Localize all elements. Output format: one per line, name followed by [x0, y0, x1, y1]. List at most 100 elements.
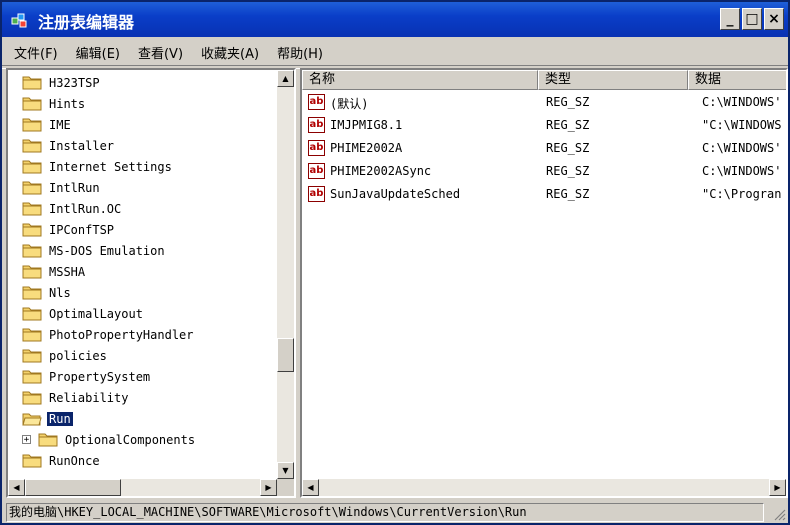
value-name: (默认) — [330, 97, 369, 111]
list-horizontal-scrollbar[interactable]: ◀ ▶ — [302, 479, 786, 496]
value-data: "C:\WINDOWS — [702, 118, 782, 132]
tree-item[interactable]: Internet Settings — [22, 156, 174, 177]
value-row[interactable]: ab IMJPMIG8.1 REG_SZ "C:\WINDOWS — [306, 115, 781, 136]
folder-icon — [22, 286, 42, 300]
value-row[interactable]: ab (默认) REG_SZ C:\WINDOWS' — [306, 92, 781, 113]
tree-item-label: H323TSP — [49, 75, 100, 90]
scroll-right-button[interactable]: ▶ — [260, 479, 277, 496]
value-type: REG_SZ — [546, 118, 590, 132]
tree-item[interactable]: MS-DOS Emulation — [22, 240, 167, 261]
value-name: PHIME2002A — [330, 141, 403, 155]
column-type-header[interactable]: 类型 — [538, 70, 688, 90]
reg-sz-icon: ab — [308, 117, 325, 133]
folder-icon — [22, 118, 42, 132]
close-button[interactable]: × — [764, 8, 784, 30]
tree-item[interactable]: Hints — [22, 93, 87, 114]
column-data-header[interactable]: 数据 — [688, 70, 786, 90]
tree-item[interactable]: OptimalLayout — [22, 303, 145, 324]
title-bar[interactable]: 注册表编辑器 _ □ × — [2, 2, 788, 37]
tree-item[interactable]: policies — [22, 345, 109, 366]
expand-toggle-icon[interactable]: + — [22, 435, 31, 445]
tree-horizontal-scrollbar[interactable]: ◀ ▶ — [8, 479, 277, 496]
value-name: PHIME2002ASync — [330, 164, 432, 178]
value-data: C:\WINDOWS' — [702, 164, 782, 178]
tree-item-label: MSSHA — [49, 264, 86, 279]
tree-item-label: IME — [49, 117, 71, 132]
value-type: REG_SZ — [546, 141, 590, 155]
menu-file[interactable]: 文件(F) — [14, 43, 58, 62]
menu-help[interactable]: 帮助(H) — [277, 43, 323, 62]
tree-item-label: Installer — [49, 138, 115, 153]
tree-item[interactable]: H323TSP — [22, 72, 102, 93]
registry-tree-pane[interactable]: H323TSP Hints IME Installer Internet Setting… — [6, 68, 296, 498]
tree-item-label: Reliability — [49, 390, 129, 405]
folder-icon — [22, 391, 42, 405]
scroll-thumb-horizontal[interactable] — [25, 479, 121, 496]
tree-item[interactable]: IntlRun — [22, 177, 102, 198]
folder-icon — [22, 97, 42, 111]
tree-item[interactable]: PropertySystem — [22, 366, 152, 387]
tree-item-label: policies — [49, 348, 107, 363]
scroll-right-button[interactable]: ▶ — [769, 479, 786, 496]
value-row[interactable]: ab SunJavaUpdateSched REG_SZ "C:\Progran — [306, 184, 781, 205]
menu-view[interactable]: 查看(V) — [138, 43, 183, 62]
value-data: "C:\Progran — [702, 187, 782, 201]
folder-icon — [22, 349, 42, 363]
value-type: REG_SZ — [546, 95, 590, 109]
value-name: IMJPMIG8.1 — [330, 118, 403, 132]
tree-vertical-scrollbar[interactable]: ▲ ▼ — [277, 70, 294, 479]
tree-item-label: Run — [47, 411, 73, 426]
tree-item[interactable]: PhotoPropertyHandler — [22, 324, 196, 345]
tree-item-label: Internet Settings — [49, 159, 172, 174]
window-title: 注册表编辑器 — [38, 13, 135, 32]
regedit-window: 注册表编辑器 _ □ × 文件(F) 编辑(E) 查看(V) 收藏夹(A) 帮助… — [0, 0, 790, 525]
tree-item[interactable]: IME — [22, 114, 73, 135]
scroll-up-button[interactable]: ▲ — [277, 70, 294, 87]
maximize-button[interactable]: □ — [742, 8, 762, 30]
folder-icon — [22, 181, 42, 195]
folder-icon — [22, 454, 42, 468]
value-row[interactable]: ab PHIME2002ASync REG_SZ C:\WINDOWS' — [306, 161, 781, 182]
scroll-left-button[interactable]: ◀ — [8, 479, 25, 496]
tree-item-label: IntlRun — [49, 180, 100, 195]
column-name-header[interactable]: 名称 — [302, 70, 538, 90]
scroll-down-button[interactable]: ▼ — [277, 462, 294, 479]
regedit-app-icon — [11, 13, 27, 28]
resize-grip-icon[interactable] — [772, 507, 786, 521]
tree-item-label: OptionalComponents — [65, 432, 196, 447]
tree-item[interactable]: IPConfTSP — [22, 219, 116, 240]
tree-item[interactable]: MSSHA — [22, 261, 87, 282]
menu-edit[interactable]: 编辑(E) — [76, 43, 120, 62]
tree-item-label: Hints — [49, 96, 86, 111]
scroll-left-button[interactable]: ◀ — [302, 479, 319, 496]
tree-item[interactable]: Nls — [22, 282, 73, 303]
reg-sz-icon: ab — [308, 140, 325, 156]
scroll-corner — [277, 479, 294, 496]
tree-item[interactable]: Run — [22, 408, 73, 429]
folder-icon — [22, 76, 42, 90]
menu-favorites[interactable]: 收藏夹(A) — [201, 43, 259, 62]
registry-values-pane[interactable]: 名称 类型 数据 ab (默认) REG_SZ C:\WINDOWS' ab IMJPMI… — [300, 68, 788, 498]
tree-item-label: IPConfTSP — [49, 222, 115, 237]
folder-icon — [22, 139, 42, 153]
tree-item[interactable]: Reliability — [22, 387, 130, 408]
tree-item[interactable]: OptionalComponents — [38, 429, 197, 450]
maximize-icon: □ — [745, 11, 759, 27]
tree-item-label: OptimalLayout — [49, 306, 143, 321]
tree-item[interactable]: RunOnce — [22, 450, 102, 471]
tree-item[interactable]: Installer — [22, 135, 116, 156]
minimize-button[interactable]: _ — [720, 8, 740, 30]
minimize-icon: _ — [726, 11, 734, 27]
value-type: REG_SZ — [546, 164, 590, 178]
tree-item-label: PropertySystem — [49, 369, 151, 384]
tree-item-label: MS-DOS Emulation — [49, 243, 165, 258]
value-row[interactable]: ab PHIME2002A REG_SZ C:\WINDOWS' — [306, 138, 781, 159]
scroll-thumb[interactable] — [277, 338, 294, 372]
reg-sz-icon: ab — [308, 163, 325, 179]
tree-item[interactable]: IntlRun.OC — [22, 198, 123, 219]
status-path: 我的电脑\HKEY_LOCAL_MACHINE\SOFTWARE\Microso… — [6, 503, 764, 522]
open-folder-icon — [22, 413, 42, 426]
folder-icon — [22, 307, 42, 321]
value-type: REG_SZ — [546, 187, 590, 201]
folder-icon — [22, 244, 42, 258]
